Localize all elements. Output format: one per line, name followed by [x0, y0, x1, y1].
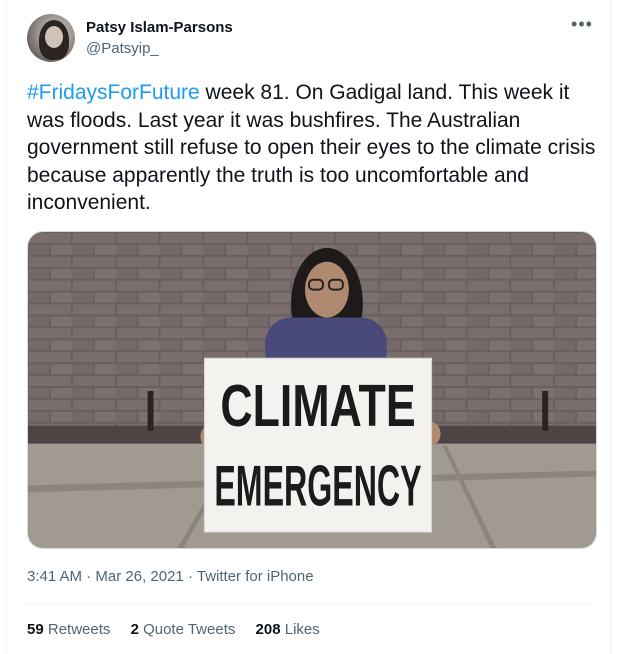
tweet-photo[interactable]: CLIMATE EMERGENCY	[27, 231, 597, 549]
tweet-header: Patsy Islam-Parsons @Patsyip_ •••	[27, 14, 594, 64]
likes-label: Likes	[284, 621, 320, 638]
author-display-name[interactable]: Patsy Islam-Parsons	[86, 19, 233, 36]
tweet-text: #FridaysForFuture week 81. On Gadigal la…	[27, 79, 602, 217]
more-options-icon[interactable]: •••	[570, 15, 594, 36]
tweet-card: Patsy Islam-Parsons @Patsyip_ ••• #Frida…	[6, 0, 611, 654]
meta-separator: ·	[86, 568, 92, 585]
tweet-date[interactable]: Mar 26, 2021	[95, 568, 183, 585]
quote-tweets-stat[interactable]: 2 Quote Tweets	[131, 621, 236, 638]
quote-tweets-label: Quote Tweets	[143, 621, 236, 638]
sign-text-line2: EMERGENCY	[214, 454, 421, 518]
retweets-stat[interactable]: 59 Retweets	[27, 621, 110, 638]
author-handle[interactable]: @Patsyip_	[86, 40, 159, 57]
likes-count: 208	[255, 621, 281, 638]
retweets-label: Retweets	[47, 621, 111, 638]
tweet-meta: 3:41 AM · Mar 26, 2021 · Twitter for iPh…	[27, 568, 314, 585]
retweets-count: 59	[27, 621, 44, 638]
divider	[27, 603, 594, 604]
sign-text-line1: CLIMATE	[220, 372, 415, 439]
quote-tweets-count: 2	[130, 621, 139, 638]
avatar[interactable]	[27, 14, 75, 62]
hashtag-link[interactable]: #FridaysForFuture	[27, 81, 200, 104]
likes-stat[interactable]: 208 Likes	[256, 621, 320, 638]
tweet-source[interactable]: Twitter for iPhone	[197, 568, 314, 585]
tweet-stats: 59 Retweets 2 Quote Tweets 208 Likes	[27, 621, 336, 638]
tweet-time[interactable]: 3:41 AM	[27, 568, 82, 585]
meta-separator: ·	[187, 568, 193, 585]
photo-image: CLIMATE EMERGENCY	[28, 232, 596, 548]
